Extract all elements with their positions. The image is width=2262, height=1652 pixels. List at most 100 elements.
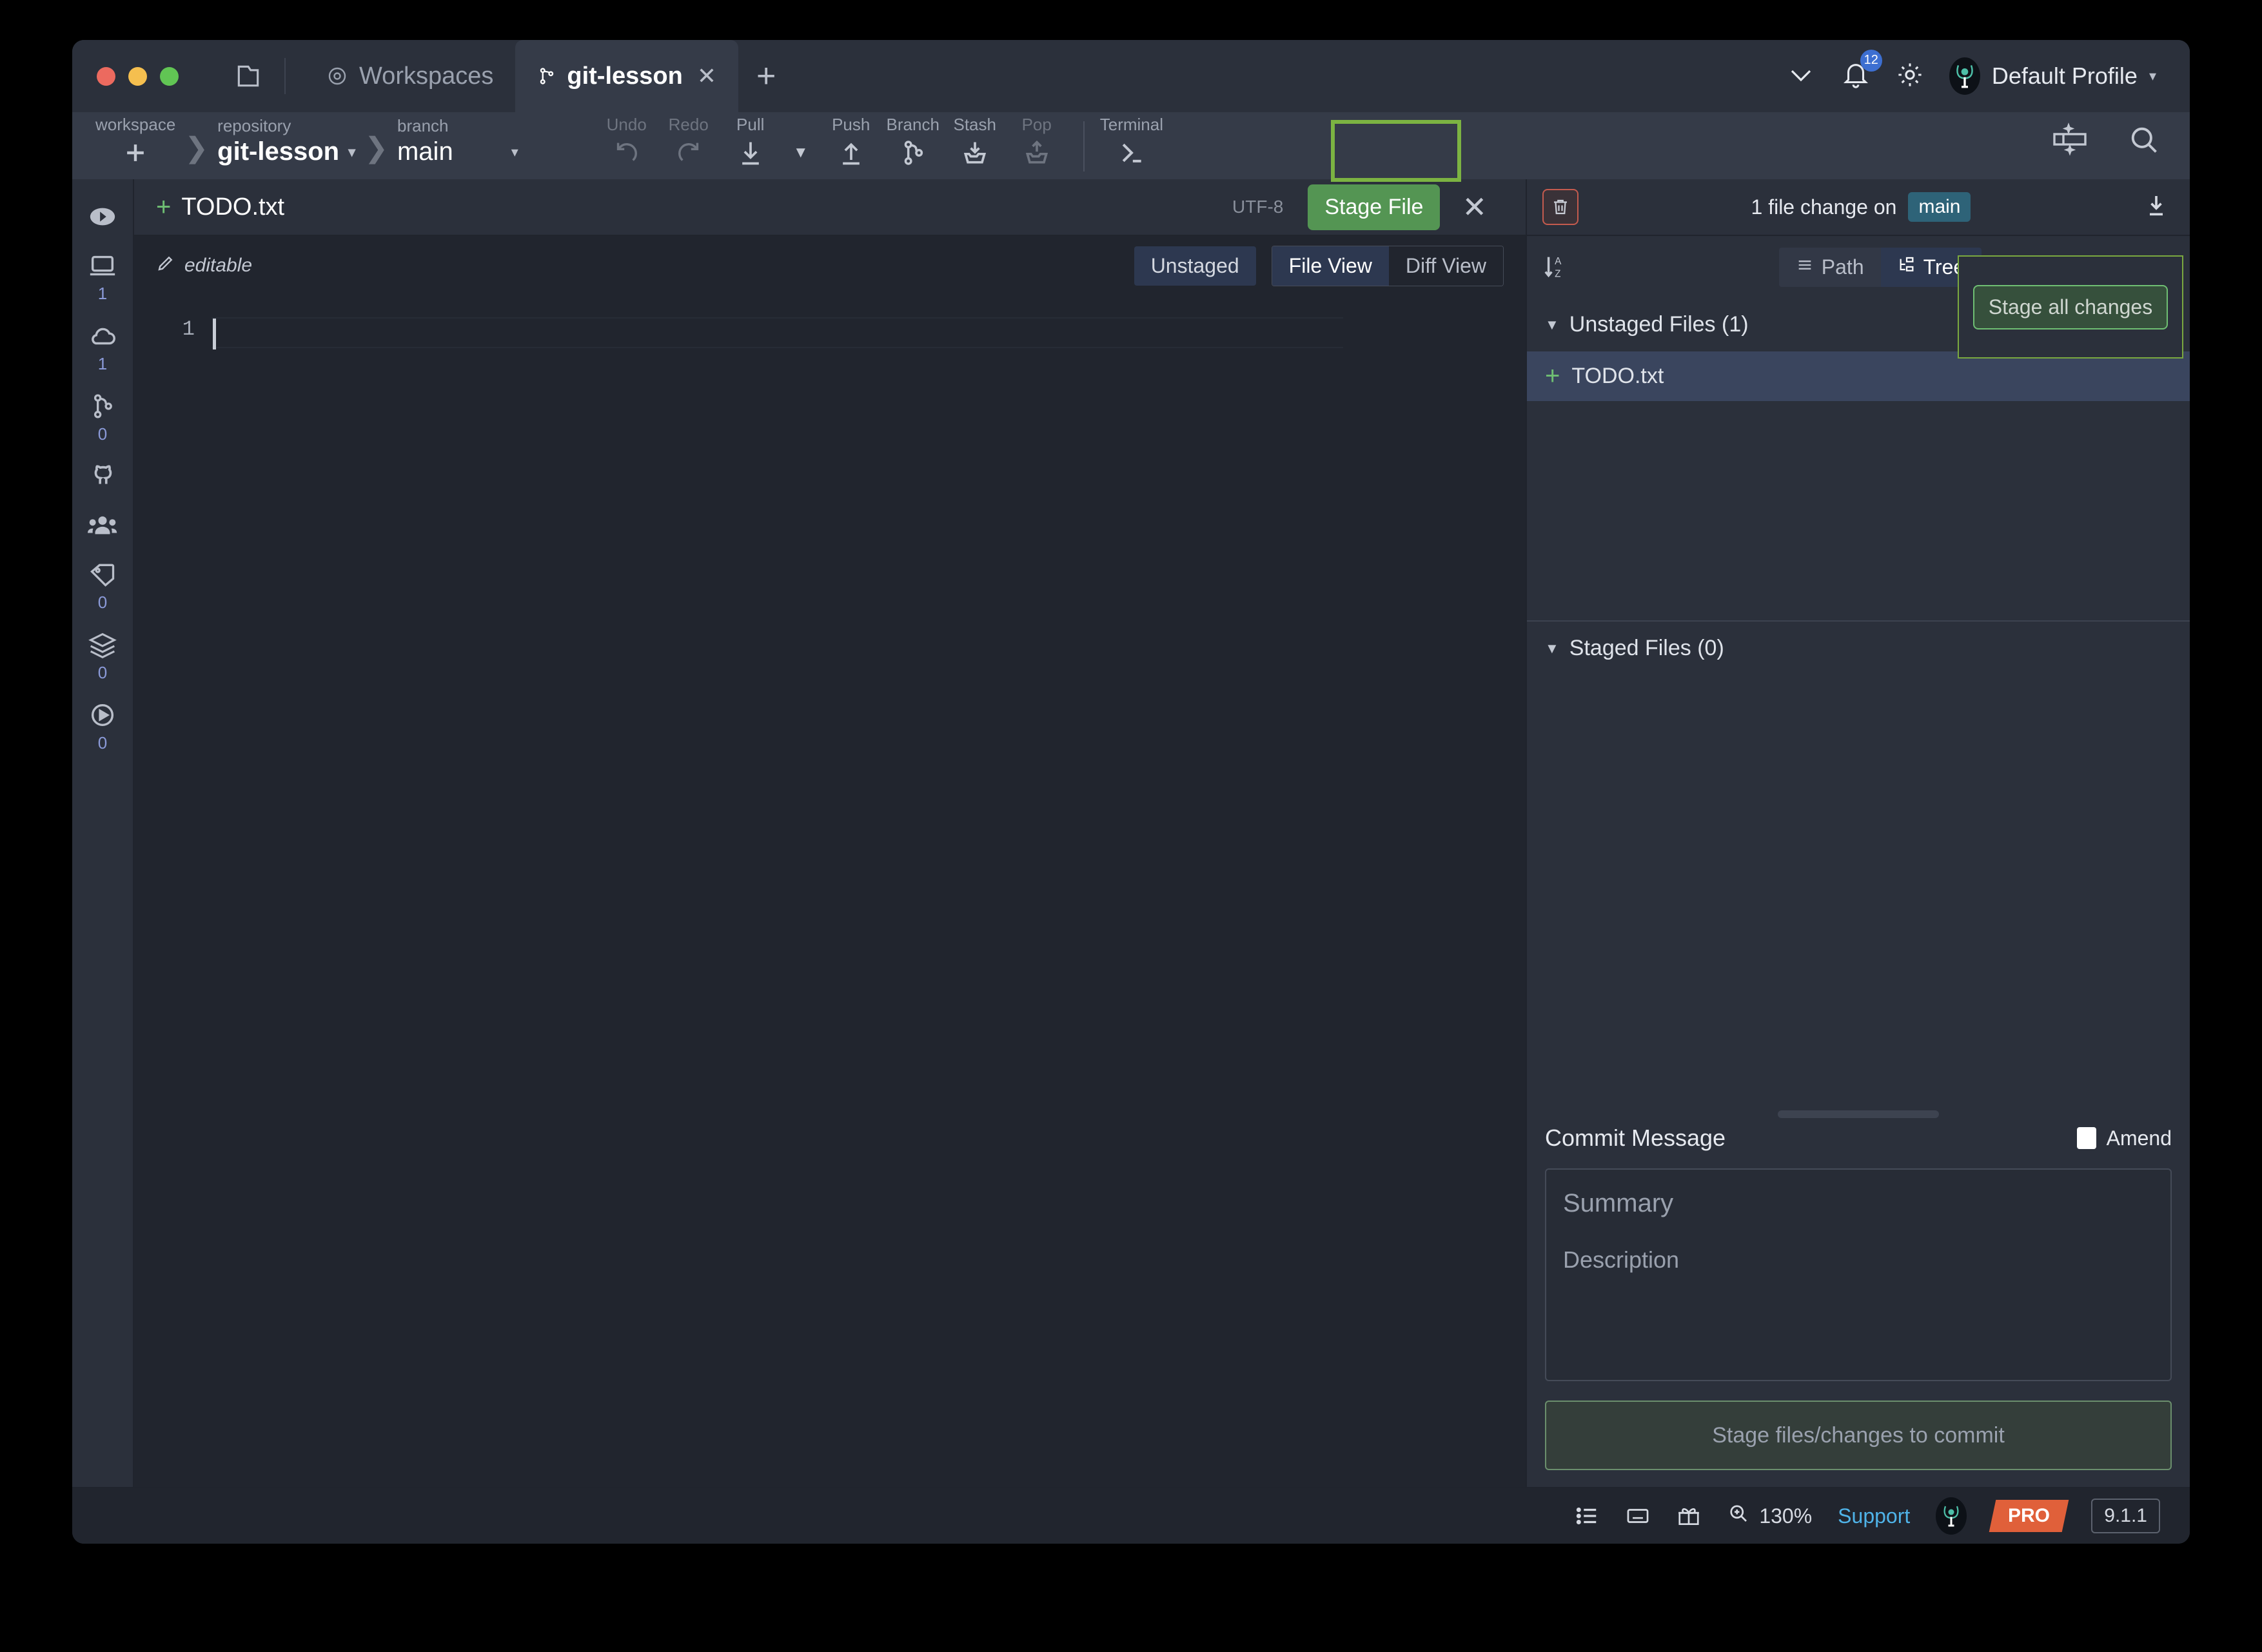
sidebar-item-remotes[interactable]: 1 xyxy=(87,310,118,377)
terminal-icon xyxy=(1117,136,1146,170)
remotes-count: 1 xyxy=(97,354,108,373)
editor-file-title: + TODO.txt xyxy=(156,193,284,222)
file-status-icon: + xyxy=(1545,362,1560,390)
notification-count-badge: 12 xyxy=(1860,49,1882,72)
tab-git-lesson[interactable]: git-lesson ✕ xyxy=(515,40,739,112)
tab-path-label: Path xyxy=(1821,255,1864,279)
staged-files-header[interactable]: ▼ Staged Files (0) xyxy=(1527,622,2190,675)
svg-text:Z: Z xyxy=(1555,268,1560,279)
toolbar-right-group xyxy=(2052,112,2190,159)
pro-badge[interactable]: PRO xyxy=(1989,1500,2069,1532)
editor-view-controls: Unstaged File View Diff View xyxy=(1134,245,1504,286)
layers-icon xyxy=(87,628,118,662)
file-view-tabs: A Z Path Tree Stage all changes xyxy=(1527,236,2190,359)
tab-file-view[interactable]: File View xyxy=(1272,246,1389,286)
line-number-gutter: 1 xyxy=(134,295,211,1487)
sidebar-item-pull-requests[interactable] xyxy=(88,451,117,496)
support-link[interactable]: Support xyxy=(1838,1504,1910,1528)
undo-button[interactable]: Undo xyxy=(596,112,658,170)
add-workspace-button[interactable]: workspace xyxy=(95,112,175,170)
code-area[interactable]: 1 xyxy=(134,295,1526,1487)
sidebar-item-stashes[interactable]: 0 xyxy=(87,619,118,685)
gift-icon[interactable] xyxy=(1677,1504,1701,1528)
sidebar-item-actions[interactable]: 0 xyxy=(88,689,117,756)
panel-resize-handle[interactable] xyxy=(1778,1110,1939,1118)
repository-caret-icon[interactable]: ▾ xyxy=(348,144,355,161)
repository-label: repository xyxy=(217,116,291,135)
bell-icon[interactable]: 12 xyxy=(1841,49,1882,93)
commit-message-input[interactable]: Summary Description xyxy=(1545,1168,2172,1381)
gear-icon[interactable] xyxy=(1895,60,1925,93)
chevron-down-icon[interactable] xyxy=(1785,59,1816,93)
maximize-window-button[interactable] xyxy=(160,66,179,86)
pull-dropdown-button[interactable]: ▼ xyxy=(782,112,820,170)
list-item[interactable]: + TODO.txt xyxy=(1527,351,2190,401)
code-line-1[interactable] xyxy=(211,317,1343,349)
file-status-icon: + xyxy=(156,192,172,221)
list-view-icon[interactable] xyxy=(1575,1504,1599,1528)
repository-selector[interactable]: repository git-lesson ▾ xyxy=(217,112,355,166)
keyboard-icon[interactable] xyxy=(1625,1504,1651,1528)
sort-az-icon[interactable]: A Z xyxy=(1542,252,1572,282)
stash-button[interactable]: Stash xyxy=(944,112,1006,170)
close-tab-icon[interactable]: ✕ xyxy=(697,63,716,90)
local-repos-count: 1 xyxy=(97,284,108,303)
folder-icon[interactable] xyxy=(230,58,266,94)
branch-action-label: Branch xyxy=(886,115,939,134)
tab-workspaces[interactable]: Workspaces xyxy=(304,40,515,112)
tab-path[interactable]: Path xyxy=(1778,247,1881,287)
stashes-count: 0 xyxy=(97,663,108,682)
amend-toggle[interactable]: Amend xyxy=(2076,1126,2172,1150)
kraken-avatar-icon[interactable] xyxy=(1936,1497,1967,1535)
titlebar: Workspaces git-lesson ✕ + 12 Default Pro… xyxy=(72,40,2190,112)
branch-icon xyxy=(899,136,927,170)
amend-checkbox[interactable] xyxy=(2076,1127,2096,1149)
terminal-label: Terminal xyxy=(1099,115,1163,134)
tab-diff-view[interactable]: Diff View xyxy=(1388,246,1503,286)
push-label: Push xyxy=(832,115,870,134)
sidebar-item-tags[interactable]: 0 xyxy=(87,549,118,615)
stage-all-changes-button[interactable]: Stage all changes xyxy=(1972,284,2169,329)
status-badge[interactable]: Unstaged xyxy=(1134,246,1256,286)
list-item-label: TODO.txt xyxy=(1571,364,1664,388)
redo-button[interactable]: Redo xyxy=(658,112,720,170)
pop-label: Pop xyxy=(1021,115,1052,134)
workspace-label: workspace xyxy=(95,115,176,134)
pop-button[interactable]: Pop xyxy=(1006,112,1068,170)
new-tab-button[interactable]: + xyxy=(738,57,794,95)
commit-button[interactable]: Stage files/changes to commit xyxy=(1545,1401,2172,1470)
plus-icon xyxy=(121,136,150,170)
zoom-icon xyxy=(1727,1502,1750,1530)
push-button[interactable]: Push xyxy=(820,112,882,170)
zoom-level-label: 130% xyxy=(1759,1504,1813,1528)
branch-caret-icon[interactable]: ▾ xyxy=(511,144,518,161)
terminal-button[interactable]: Terminal xyxy=(1100,112,1163,170)
pull-button[interactable]: Pull xyxy=(720,112,782,170)
statusbar: 130% Support PRO 9.1.1 xyxy=(72,1487,2190,1544)
sidebar-item-commit-graph[interactable] xyxy=(88,191,117,236)
workspace-breadcrumb: workspace ❯ repository git-lesson ▾ ❯ br… xyxy=(72,112,518,170)
close-window-button[interactable] xyxy=(97,66,115,86)
branch-label: branch xyxy=(397,116,449,135)
zoom-control[interactable]: 130% xyxy=(1727,1502,1812,1530)
trash-icon[interactable] xyxy=(1542,189,1578,225)
download-icon[interactable] xyxy=(2143,193,2174,222)
profile-menu[interactable]: Default Profile ▾ xyxy=(1949,57,2156,95)
titlebar-divider xyxy=(284,58,286,94)
close-icon[interactable]: ✕ xyxy=(1440,190,1504,224)
branch-selector[interactable]: branch main ▾ xyxy=(397,112,518,166)
stage-file-button[interactable]: Stage File xyxy=(1308,184,1441,230)
layout-toggle-icon[interactable] xyxy=(2052,123,2088,159)
redo-icon xyxy=(674,136,703,170)
minimize-window-button[interactable] xyxy=(128,66,147,86)
sidebar-item-branches[interactable]: 0 xyxy=(88,380,117,447)
svg-text:A: A xyxy=(1555,256,1562,267)
stage-all-changes-tooltip: Stage all changes xyxy=(1958,255,2183,359)
sidebar-item-local-repos[interactable]: 1 xyxy=(88,240,117,306)
sidebar-item-team[interactable] xyxy=(86,500,119,545)
code-lines[interactable] xyxy=(211,295,1526,1487)
editor-header: + TODO.txt UTF-8 Stage File ✕ xyxy=(134,179,1526,236)
search-icon[interactable] xyxy=(2127,123,2160,159)
cloud-icon xyxy=(87,319,118,353)
branch-button[interactable]: Branch xyxy=(882,112,944,170)
